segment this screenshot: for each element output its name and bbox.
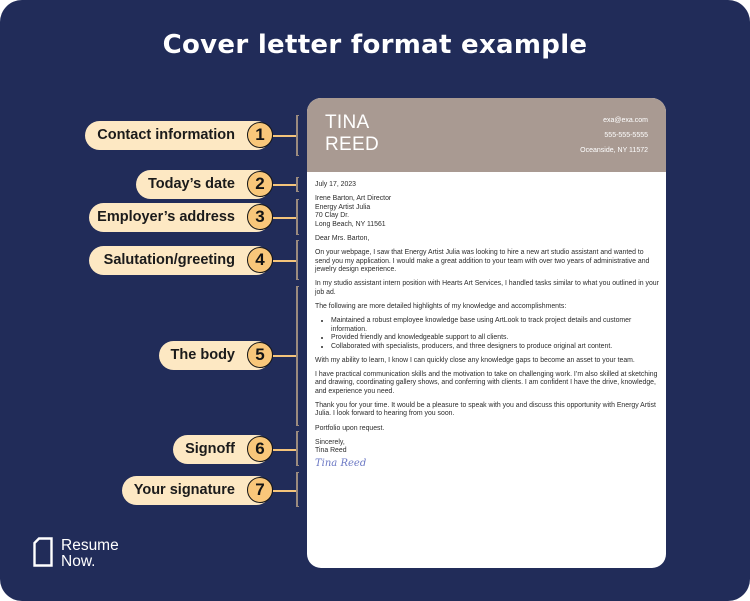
- label-text: Today’s date: [147, 176, 235, 192]
- highlight-item: Maintained a robust employee knowledge b…: [331, 317, 660, 334]
- first-name: TINA: [325, 112, 370, 133]
- number-badge-2: 2: [247, 171, 273, 197]
- phone: 555-555-5555: [604, 132, 648, 139]
- handwritten-signature: Tina Reed: [315, 457, 367, 469]
- employer-address: Irene Barton, Art Director Energy Artist…: [315, 195, 660, 229]
- logo-text: Resume Now.: [61, 538, 151, 570]
- letter-date: July 17, 2023: [315, 181, 356, 188]
- connector-line: [273, 449, 297, 451]
- body-paragraph: With my ability to learn, I know I can q…: [315, 356, 635, 364]
- highlight-item: Collaborated with specialists, producers…: [331, 343, 660, 352]
- connector-line: [273, 135, 297, 137]
- bracket-body: [296, 286, 299, 426]
- employer-line: Energy Artist Julia: [315, 203, 371, 211]
- bracket-signoff: [296, 431, 299, 466]
- bracket-signature: [296, 472, 299, 507]
- salutation: Dear Mrs. Barton,: [315, 234, 370, 242]
- highlight-item: Provided friendly and knowledgeable supp…: [331, 334, 660, 343]
- number-badge-1: 1: [247, 122, 273, 148]
- number-badge-3: 3: [247, 204, 273, 230]
- closing-word: Sincerely,: [315, 438, 345, 446]
- connector-line: [273, 260, 297, 262]
- bracket-contact: [296, 115, 299, 156]
- connector-line: [273, 490, 297, 492]
- cover-letter-document: TINA REED exa@exa.com 555-555-5555 Ocean…: [307, 98, 666, 568]
- number-badge-6: 6: [247, 436, 273, 462]
- connector-line: [273, 355, 297, 357]
- label-text: Your signature: [133, 482, 235, 498]
- bracket-salutation: [296, 240, 299, 280]
- connector-line: [273, 217, 297, 219]
- body-paragraph: On your webpage, I saw that Energy Artis…: [315, 249, 650, 274]
- applicant-name: TINA REED: [325, 112, 379, 156]
- closing-name: Tina Reed: [315, 447, 347, 455]
- label-text: Salutation/greeting: [103, 252, 235, 268]
- bracket-date: [296, 177, 299, 192]
- label-text: Signoff: [185, 441, 235, 457]
- email: exa@exa.com: [603, 117, 648, 124]
- bracket-address: [296, 199, 299, 235]
- label-employers-address: Employer’s address: [89, 203, 271, 232]
- highlights-list: Maintained a robust employee knowledge b…: [315, 317, 660, 351]
- body-paragraph: In my studio assistant intern position w…: [315, 280, 659, 296]
- portfolio-note: Portfolio upon request.: [315, 424, 385, 432]
- logo-line-2: Now.: [61, 553, 96, 570]
- body-paragraph: I have practical communication skills an…: [315, 370, 658, 395]
- body-paragraph: The following are more detailed highligh…: [315, 303, 567, 311]
- closing: Sincerely, Tina Reed: [315, 439, 660, 456]
- employer-line: Long Beach, NY 11561: [315, 220, 386, 228]
- number-badge-7: 7: [247, 477, 273, 503]
- employer-line: Irene Barton, Art Director: [315, 195, 392, 203]
- signoff-paragraph: Thank you for your time. It would be a p…: [315, 401, 656, 418]
- label-contact-information: Contact information: [85, 121, 271, 150]
- location: Oceanside, NY 11572: [580, 147, 648, 154]
- logo-line-1: Resume: [61, 537, 119, 554]
- page-title: Cover letter format example: [162, 30, 588, 60]
- employer-line: 70 Clay Dr.: [315, 212, 350, 220]
- number-badge-5: 5: [247, 342, 273, 368]
- letter-body: July 17, 2023 Irene Barton, Art Director…: [315, 181, 660, 468]
- label-text: Employer’s address: [97, 209, 235, 225]
- last-name: REED: [325, 134, 379, 155]
- label-text: Contact information: [97, 127, 235, 143]
- document-icon: [33, 537, 53, 567]
- letter-header: TINA REED exa@exa.com 555-555-5555 Ocean…: [307, 98, 666, 172]
- label-salutation: Salutation/greeting: [89, 246, 271, 275]
- label-text: The body: [170, 347, 235, 363]
- number-badge-4: 4: [247, 247, 273, 273]
- connector-line: [273, 184, 297, 186]
- contact-block: exa@exa.com 555-555-5555 Oceanside, NY 1…: [580, 113, 648, 158]
